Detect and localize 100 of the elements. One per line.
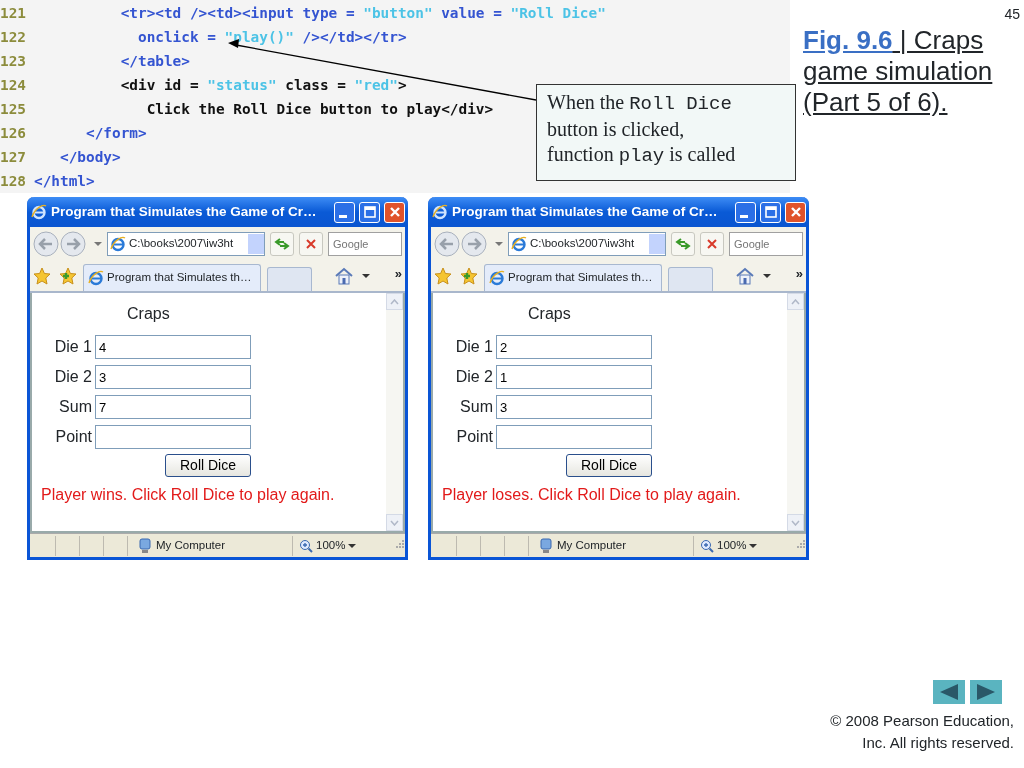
field-label: Die 2 [53,367,93,387]
back-forward-icon[interactable] [434,230,490,258]
zoom-icon[interactable] [299,538,313,553]
zone-label: My Computer [557,537,627,553]
close-icon [789,206,802,218]
field-label: Sum [459,397,494,417]
input-field[interactable]: 2 [496,335,652,359]
minimize-icon [739,214,748,218]
caret-icon[interactable] [362,272,370,280]
field-label: Die 1 [454,337,494,357]
callout-text: When the Roll Dice button is clicked, function play is called [536,84,796,181]
stop-button[interactable] [700,232,724,256]
previous-icon [939,684,959,700]
search-field[interactable]: Google [328,232,402,256]
stop-icon [706,238,718,250]
previous-slide-button[interactable] [933,680,965,704]
address-field[interactable]: C:\books\2007\iw3ht [107,232,265,256]
status-message: Player wins. Click Roll Dice to play again. [41,485,336,505]
code-line: Click the Roll Dice button to play</div> [145,100,494,120]
input-field[interactable]: 4 [95,335,251,359]
field-label: Point [54,427,93,447]
swirl-logo-icon [31,204,47,220]
line-number: 122 [0,28,27,48]
figure-link[interactable]: Fig. 9.6 [803,25,893,55]
swirl-logo-icon [88,270,104,286]
window-title: Program that Simulates the Game of Cr… [452,202,719,221]
page-heading: Craps [127,304,171,324]
caret-icon[interactable] [763,272,771,280]
add-favorite-icon[interactable] [460,267,478,285]
page-number: 45 [1004,5,1020,24]
code-line: onclick = "play()" /></td></tr> [136,28,407,48]
stop-icon [305,238,317,250]
refresh-button[interactable] [270,232,294,256]
browser-tab[interactable]: Program that Simulates th… [484,264,662,291]
more-chevron[interactable]: » [795,261,803,284]
code-line: <div id = "status" class = "red"> [119,76,407,96]
browser-tab[interactable]: Program that Simulates th… [83,264,261,291]
next-icon [976,684,996,700]
input-field[interactable]: 3 [95,365,251,389]
maximize-icon [764,206,777,218]
maximize-icon [363,206,376,218]
line-number: 127 [0,148,27,168]
refresh-icon [274,237,290,251]
copyright-text: © 2008 Pearson Education, Inc. All rights reserved. [830,711,1014,753]
computer-icon [138,537,152,554]
zoom-level[interactable]: 100% [316,536,346,555]
scroll-up-button[interactable] [787,293,804,310]
code-line: <tr><td /><td><input type = "button" value = "Roll Dice" [119,4,606,24]
close-button[interactable] [785,201,806,223]
zoom-icon[interactable] [700,538,714,553]
close-icon [388,206,401,218]
roll-dice-button[interactable]: Roll Dice [165,454,251,477]
scrollbar[interactable] [386,293,403,531]
computer-icon [539,537,553,554]
search-field[interactable]: Google [729,232,803,256]
line-number: 126 [0,124,27,144]
swirl-logo-icon [110,236,126,252]
field-label: Die 2 [454,367,494,387]
scroll-down-button[interactable] [787,514,804,531]
back-forward-icon[interactable] [33,230,89,258]
input-field[interactable]: 7 [95,395,251,419]
status-message: Player loses. Click Roll Dice to play again. [442,485,742,505]
input-field[interactable]: 1 [496,365,652,389]
next-slide-button[interactable] [970,680,1002,704]
caret-icon[interactable] [749,541,758,550]
scrollbar[interactable] [787,293,804,531]
scroll-down-button[interactable] [386,514,403,531]
caret-icon[interactable] [348,541,357,550]
address-field[interactable]: C:\books\2007\iw3ht [508,232,666,256]
input-field[interactable]: 3 [496,395,652,419]
field-label: Sum [58,397,93,417]
minimize-button[interactable] [735,201,756,223]
input-field[interactable] [496,425,652,449]
minimize-button[interactable] [334,201,355,223]
favorites-star-icon[interactable] [33,267,51,285]
swirl-logo-icon [489,270,505,286]
field-label: Point [455,427,494,447]
maximize-button[interactable] [359,201,380,223]
figure-caption: Fig. 9.6 | Craps game simulation (Part 5 of 6). [803,25,994,118]
refresh-icon [675,237,691,251]
zone-label: My Computer [156,537,226,553]
line-number: 121 [0,4,27,24]
more-chevron[interactable]: » [394,261,402,284]
maximize-button[interactable] [760,201,781,223]
home-icon[interactable] [735,267,755,285]
close-button[interactable] [384,201,405,223]
minimize-icon [338,214,347,218]
zoom-level[interactable]: 100% [717,536,747,555]
input-field[interactable] [95,425,251,449]
stop-button[interactable] [299,232,323,256]
home-icon[interactable] [334,267,354,285]
refresh-button[interactable] [671,232,695,256]
line-number: 123 [0,52,27,72]
swirl-logo-icon [432,204,448,220]
code-line: </form> [84,124,147,144]
add-favorite-icon[interactable] [59,267,77,285]
code-line: </html> [34,172,95,192]
scroll-up-button[interactable] [386,293,403,310]
favorites-star-icon[interactable] [434,267,452,285]
roll-dice-button[interactable]: Roll Dice [566,454,652,477]
